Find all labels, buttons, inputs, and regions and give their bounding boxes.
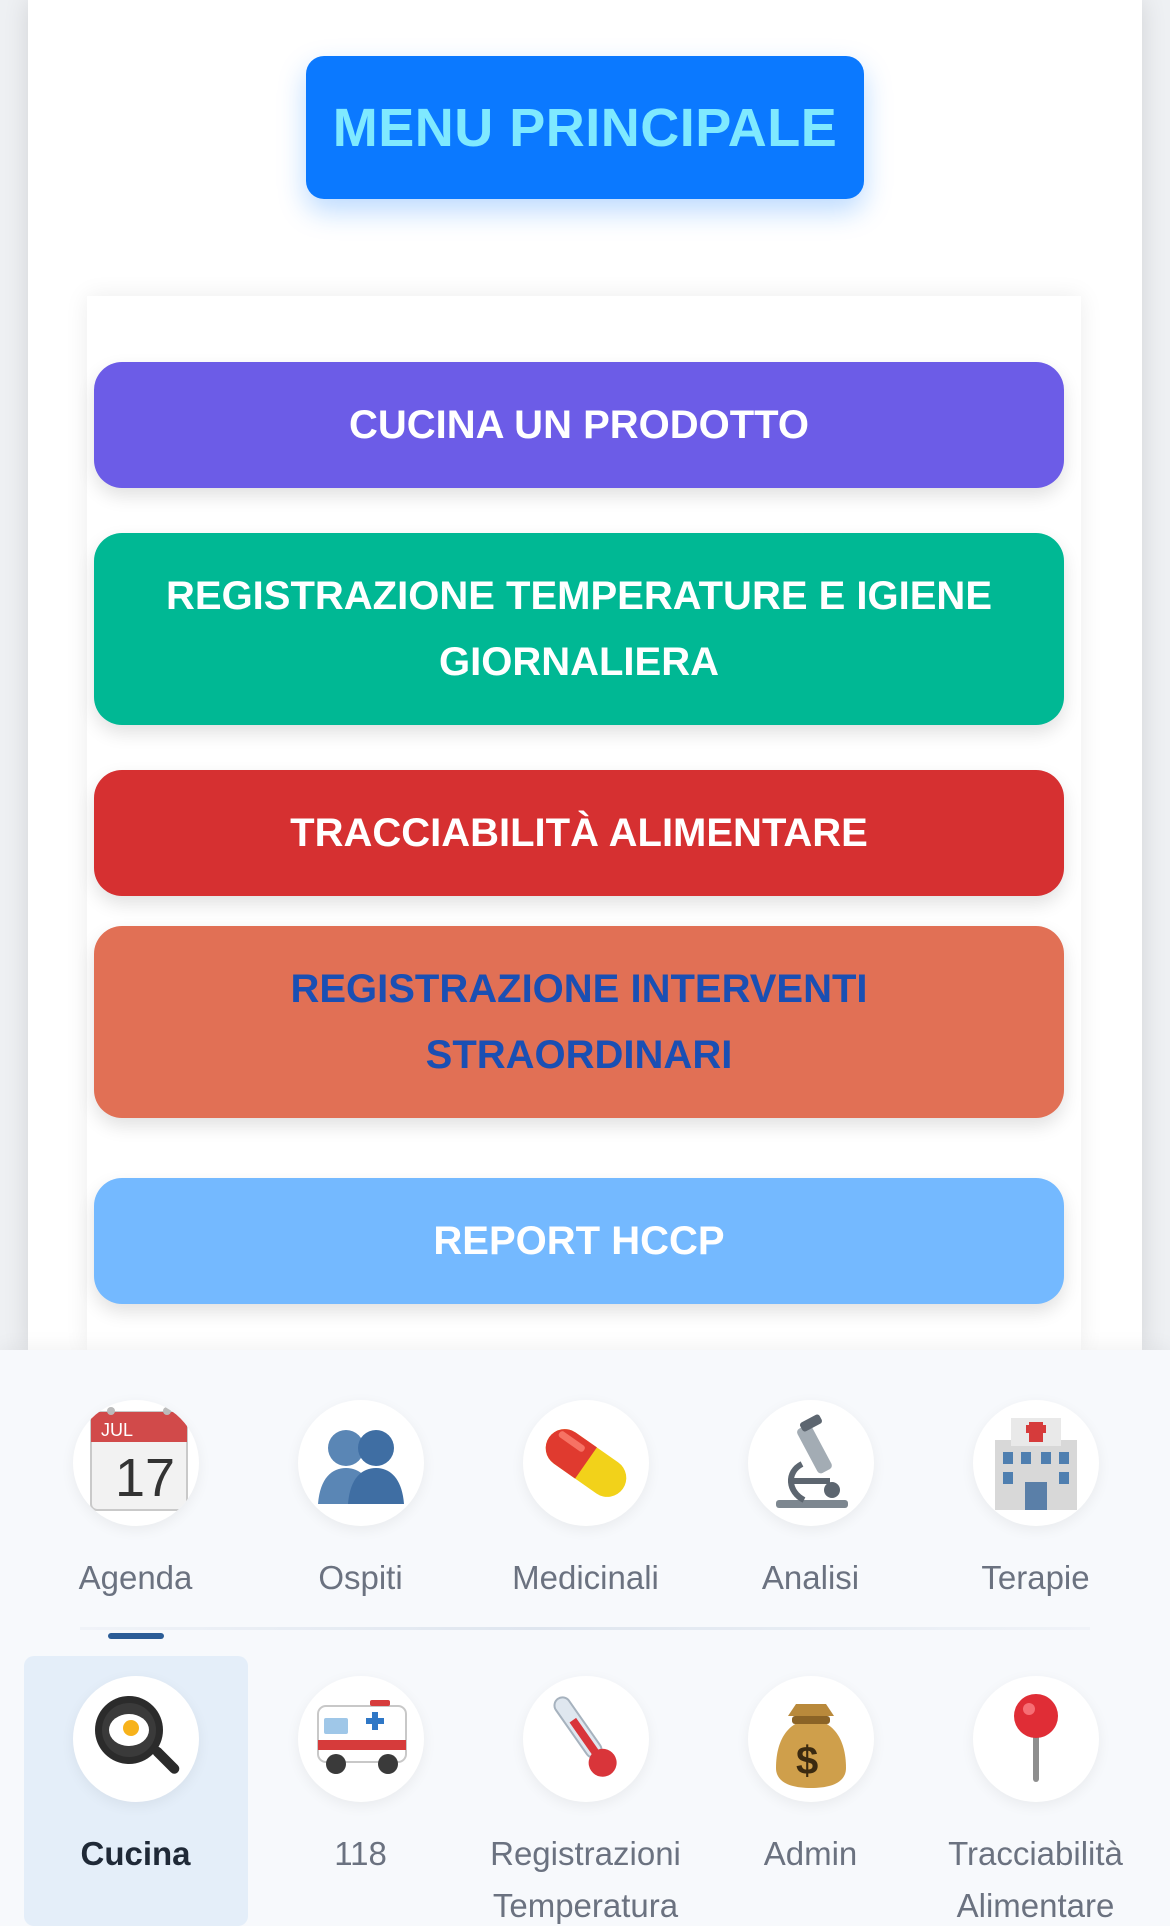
nav-agenda[interactable]: JUL 17 Agenda [23, 1400, 248, 1604]
thermometer-icon [522, 1676, 649, 1802]
nav-tracciabilita-alimentare[interactable]: Tracciabilità Alimentare [923, 1676, 1148, 1926]
calendar-icon: JUL 17 [72, 1400, 199, 1526]
nav-ospiti[interactable]: Ospiti [248, 1400, 473, 1604]
calendar-month-text: JUL [101, 1420, 133, 1440]
extraordinary-interventions-button[interactable]: REGISTRAZIONE INTERVENTI STRAORDINARI [94, 926, 1064, 1118]
users-icon [297, 1400, 424, 1526]
report-hccp-label: REPORT HCCP [433, 1219, 725, 1263]
app-screen: MENU PRINCIPALE CUCINA UN PRODOTTO REGIS… [0, 0, 1170, 1926]
nav-medicinali-label: Medicinali [512, 1559, 659, 1596]
extraordinary-interventions-label: REGISTRAZIONE INTERVENTI STRAORDINARI [290, 967, 868, 1077]
nav-registrazioni-temperatura[interactable]: Registrazioni Temperatura [473, 1676, 698, 1926]
nav-analisi[interactable]: Analisi [698, 1400, 923, 1604]
nav-cucina[interactable]: Cucina [23, 1676, 248, 1880]
nav-medicinali[interactable]: Medicinali [473, 1400, 698, 1604]
hospital-icon [972, 1400, 1099, 1526]
nav-analisi-label: Analisi [761, 1559, 860, 1596]
nav-ospiti-label: Ospiti [318, 1559, 403, 1596]
pill-icon [522, 1400, 649, 1526]
svg-text:$: $ [796, 1739, 818, 1783]
food-traceability-label: TRACCIABILITÀ ALIMENTARE [290, 811, 868, 855]
food-traceability-button[interactable]: TRACCIABILITÀ ALIMENTARE [94, 770, 1064, 896]
cook-product-label: CUCINA UN PRODOTTO [349, 403, 809, 447]
microscope-icon [747, 1400, 874, 1526]
report-hccp-button[interactable]: REPORT HCCP [94, 1178, 1064, 1304]
nav-tracciabilita-alimentare-label: Tracciabilità Alimentare [948, 1835, 1123, 1924]
nav-agenda-label: Agenda [78, 1559, 193, 1596]
daily-temperature-hygiene-button[interactable]: REGISTRAZIONE TEMPERATURE E IGIENE GIORN… [94, 533, 1064, 725]
main-menu-title-button[interactable]: MENU PRINCIPALE [306, 56, 864, 199]
nav-terapie[interactable]: Terapie [923, 1400, 1148, 1604]
nav-cucina-label: Cucina [80, 1835, 191, 1872]
money-bag-icon: $ [747, 1676, 874, 1802]
nav-118[interactable]: 118 [248, 1676, 473, 1880]
ambulance-icon [297, 1676, 424, 1802]
cook-product-button[interactable]: CUCINA UN PRODOTTO [94, 362, 1064, 488]
pushpin-icon [972, 1676, 1099, 1802]
nav-divider [80, 1627, 1090, 1630]
nav-admin-label: Admin [763, 1835, 858, 1872]
nav-terapie-label: Terapie [981, 1559, 1090, 1596]
nav-118-label: 118 [334, 1835, 387, 1872]
nav-admin[interactable]: $ Admin [698, 1676, 923, 1880]
nav-registrazioni-temperatura-label: Registrazioni Temperatura [490, 1835, 681, 1924]
active-row-indicator [108, 1633, 164, 1639]
frying-pan-icon [72, 1676, 199, 1802]
calendar-day-text: 17 [115, 1448, 175, 1508]
daily-temperature-hygiene-label: REGISTRAZIONE TEMPERATURE E IGIENE GIORN… [166, 574, 992, 684]
